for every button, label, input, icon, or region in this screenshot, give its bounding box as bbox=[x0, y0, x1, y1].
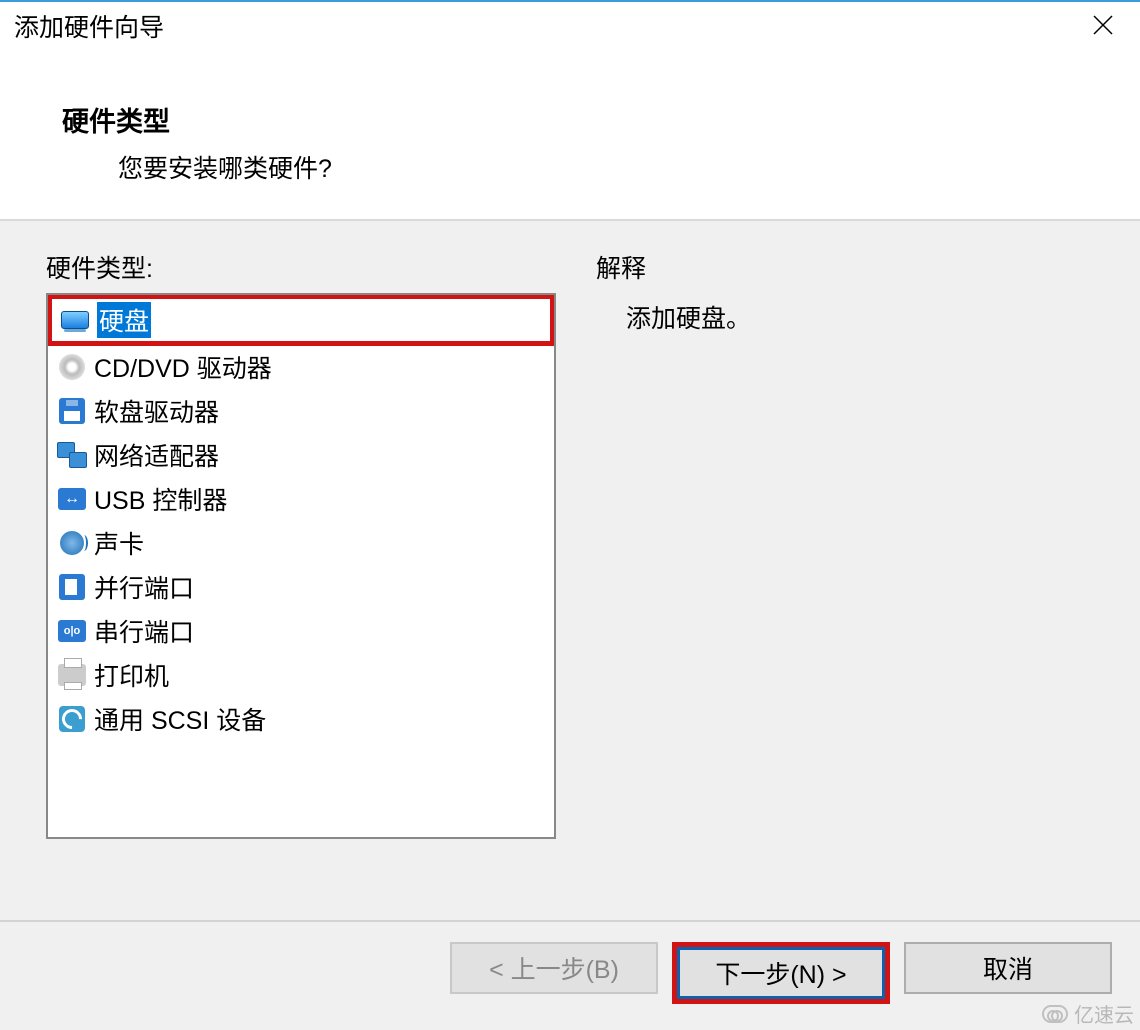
explanation-text: 添加硬盘。 bbox=[596, 293, 1094, 335]
list-item-parallel-port[interactable]: 并行端口 bbox=[48, 565, 554, 609]
close-icon bbox=[1092, 14, 1114, 36]
hardware-type-label: 硬件类型: bbox=[46, 249, 556, 285]
titlebar: 添加硬件向导 bbox=[0, 2, 1140, 78]
sound-card-icon bbox=[56, 527, 88, 559]
next-button[interactable]: 下一步(N) > bbox=[677, 947, 885, 999]
list-item-label: 软盘驱动器 bbox=[94, 393, 219, 429]
serial-port-icon: o|o bbox=[56, 615, 88, 647]
list-item-network-adapter[interactable]: 网络适配器 bbox=[48, 433, 554, 477]
list-item-cd-dvd-drive[interactable]: CD/DVD 驱动器 bbox=[48, 345, 554, 389]
list-item-label: 打印机 bbox=[94, 657, 169, 693]
cd-dvd-icon bbox=[56, 351, 88, 383]
floppy-icon bbox=[56, 395, 88, 427]
cancel-button[interactable]: 取消 bbox=[904, 942, 1112, 994]
list-item-usb-controller[interactable]: ↔ USB 控制器 bbox=[48, 477, 554, 521]
list-item-printer[interactable]: 打印机 bbox=[48, 653, 554, 697]
back-button: < 上一步(B) bbox=[450, 942, 658, 994]
hard-disk-icon bbox=[59, 304, 91, 336]
header-panel: 硬件类型 您要安装哪类硬件? bbox=[0, 78, 1140, 219]
printer-icon bbox=[56, 659, 88, 691]
list-item-label: 并行端口 bbox=[94, 569, 194, 605]
list-item-label: 硬盘 bbox=[97, 302, 151, 338]
next-button-highlight: 下一步(N) > bbox=[672, 942, 890, 1004]
dialog-footer: < 上一步(B) 下一步(N) > 取消 bbox=[0, 920, 1140, 1030]
dialog-body: 硬件类型: 硬盘 CD/DVD 驱动器 软盘驱动器 网络适配器 bbox=[0, 221, 1140, 920]
dialog-title: 添加硬件向导 bbox=[14, 8, 164, 44]
usb-icon: ↔ bbox=[56, 483, 88, 515]
list-item-label: CD/DVD 驱动器 bbox=[94, 349, 272, 385]
list-item-serial-port[interactable]: o|o 串行端口 bbox=[48, 609, 554, 653]
list-item-floppy-drive[interactable]: 软盘驱动器 bbox=[48, 389, 554, 433]
scsi-icon bbox=[56, 703, 88, 735]
list-item-label: USB 控制器 bbox=[94, 481, 227, 517]
page-subheading: 您要安装哪类硬件? bbox=[62, 149, 1100, 185]
explanation-label: 解释 bbox=[596, 249, 1094, 285]
list-item-label: 声卡 bbox=[94, 525, 144, 561]
explanation-column: 解释 添加硬盘。 bbox=[596, 249, 1094, 892]
list-item-label: 网络适配器 bbox=[94, 437, 219, 473]
list-item-generic-scsi[interactable]: 通用 SCSI 设备 bbox=[48, 697, 554, 741]
page-heading: 硬件类型 bbox=[62, 100, 1100, 139]
close-button[interactable] bbox=[1080, 8, 1126, 42]
list-item-sound-card[interactable]: 声卡 bbox=[48, 521, 554, 565]
hardware-type-listbox[interactable]: 硬盘 CD/DVD 驱动器 软盘驱动器 网络适配器 ↔ USB 控制器 bbox=[46, 293, 556, 839]
list-item-hard-disk[interactable]: 硬盘 bbox=[47, 294, 555, 346]
hardware-type-column: 硬件类型: 硬盘 CD/DVD 驱动器 软盘驱动器 网络适配器 bbox=[46, 249, 556, 892]
list-item-label: 串行端口 bbox=[94, 613, 194, 649]
parallel-port-icon bbox=[56, 571, 88, 603]
list-item-label: 通用 SCSI 设备 bbox=[94, 701, 266, 737]
add-hardware-wizard-dialog: 添加硬件向导 硬件类型 您要安装哪类硬件? 硬件类型: 硬盘 CD/DVD 驱动… bbox=[0, 0, 1140, 1030]
network-adapter-icon bbox=[56, 439, 88, 471]
